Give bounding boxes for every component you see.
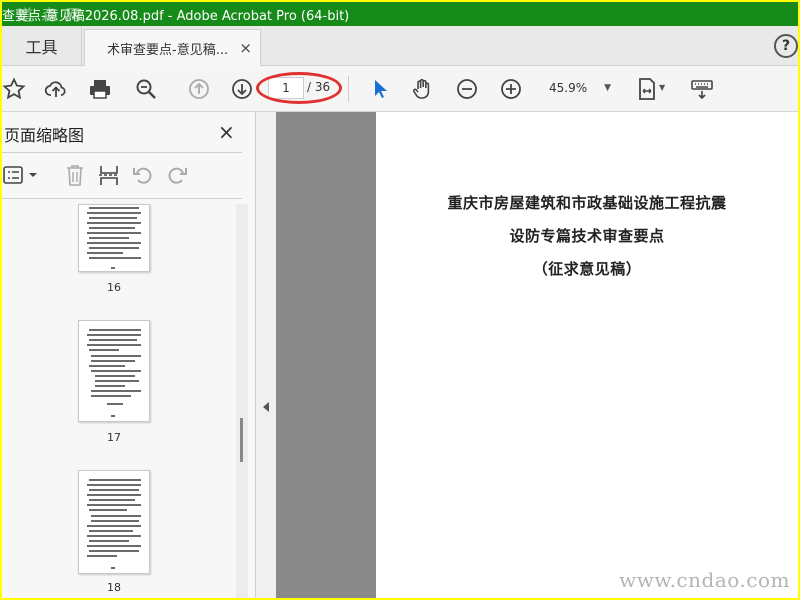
rotate-left-icon[interactable]	[132, 164, 154, 186]
thumbnail-options-icon[interactable]	[2, 164, 40, 186]
fit-page-icon[interactable]	[633, 75, 661, 103]
thumbnail-label: 18	[107, 581, 121, 594]
fit-page-chevron-icon[interactable]: ▼	[659, 83, 665, 92]
hand-icon[interactable]	[408, 75, 436, 103]
title-bar: 查要点-意见稿2026.08.pdf - Adobe Acrobat Pro (…	[2, 2, 798, 26]
tab-close-icon[interactable]: ×	[239, 39, 252, 57]
zoom-value: 45.9%	[549, 81, 588, 95]
help-icon[interactable]: ?	[774, 34, 798, 58]
collapse-panel-icon[interactable]	[263, 402, 269, 412]
trash-icon[interactable]	[64, 163, 86, 187]
scrollbar-thumb[interactable]	[240, 418, 243, 462]
main-toolbar: 1 / 36 45.9% ▼ ▼	[2, 66, 798, 112]
page-thumbnail-16[interactable]	[78, 204, 150, 272]
doc-heading-line3: （征求意见稿）	[532, 260, 642, 278]
insert-page-icon[interactable]	[97, 163, 121, 187]
tab-document[interactable]: 术审查要点-意见稿... ×	[84, 29, 261, 66]
panel-title: 页面缩略图	[4, 126, 85, 145]
watermark-overlay: 道 森 网	[18, 6, 83, 24]
star-icon[interactable]	[2, 75, 28, 103]
panel-toolbar	[2, 153, 242, 197]
zoom-dropdown[interactable]: 45.9% ▼	[539, 77, 615, 99]
site-watermark: www.cndao.com	[619, 568, 790, 592]
tab-document-label: 术审查要点-意见稿...	[107, 42, 229, 58]
zoom-out-icon[interactable]	[453, 75, 481, 103]
zoom-search-icon[interactable]	[132, 75, 160, 103]
page-thumbnail-17[interactable]	[78, 320, 150, 422]
print-icon[interactable]	[86, 75, 114, 103]
document-background	[276, 112, 376, 598]
thumbnail-label: 17	[107, 431, 121, 444]
keyboard-icon[interactable]	[688, 75, 716, 103]
acrobat-window: 查要点-意见稿2026.08.pdf - Adobe Acrobat Pro (…	[2, 2, 798, 598]
page-thumbnail-18[interactable]	[78, 470, 150, 574]
chevron-down-icon: ▼	[604, 83, 611, 93]
zoom-in-icon[interactable]	[497, 75, 525, 103]
thumbnail-panel: 页面缩略图 × 16 17 18	[2, 112, 256, 598]
panel-scrollbar[interactable]	[236, 204, 248, 598]
panel-collapse-strip	[257, 112, 276, 598]
tab-row: 工具 术审查要点-意见稿... × ?	[2, 26, 798, 66]
document-page: 重庆市房屋建筑和市政基础设施工程抗震 设防专篇技术审查要点 （征求意见稿） ww…	[376, 112, 798, 598]
rotate-right-icon[interactable]	[166, 164, 188, 186]
select-arrow-icon[interactable]	[366, 75, 394, 103]
tab-tools[interactable]: 工具	[2, 26, 82, 66]
doc-heading-line1: 重庆市房屋建筑和市政基础设施工程抗震	[447, 194, 727, 212]
red-annotation-ellipse	[256, 72, 342, 104]
cloud-upload-icon[interactable]	[42, 75, 70, 103]
toolbar-divider	[348, 76, 349, 102]
panel-close-icon[interactable]: ×	[218, 120, 235, 144]
page-up-icon[interactable]	[185, 75, 213, 103]
thumbnail-label: 16	[107, 281, 121, 294]
doc-heading-line2: 设防专篇技术审查要点	[509, 227, 665, 245]
page-down-icon[interactable]	[228, 75, 256, 103]
panel-divider	[2, 198, 242, 199]
